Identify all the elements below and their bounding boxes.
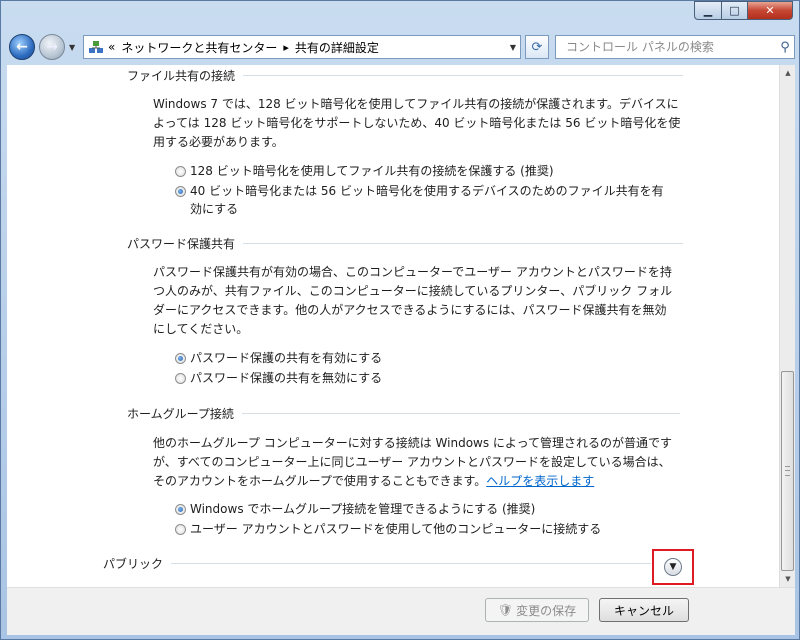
breadcrumb-network-center[interactable]: ネットワークと共有センター bbox=[121, 39, 277, 56]
text-line: パスワード保護共有が有効の場合、このコンピューターでユーザー アカウントとパスワ… bbox=[153, 265, 672, 279]
scrollbar-thumb[interactable] bbox=[781, 371, 794, 571]
scroll-up-arrow[interactable]: ▲ bbox=[780, 65, 796, 81]
forward-button[interactable]: → bbox=[39, 34, 65, 60]
breadcrumb-advanced-sharing[interactable]: 共有の詳細設定 bbox=[295, 39, 379, 56]
save-changes-button[interactable]: 🛡 変更の保存 bbox=[485, 598, 589, 622]
close-button[interactable]: ✕ bbox=[747, 1, 793, 20]
radio-button-selected[interactable] bbox=[175, 186, 186, 197]
section-title: パブリック bbox=[103, 557, 164, 571]
button-label: キャンセル bbox=[613, 603, 674, 618]
text-line: にしてください。 bbox=[153, 322, 249, 336]
vertical-scrollbar[interactable]: ▲ ▼ bbox=[779, 65, 795, 587]
radio-password-on[interactable]: パスワード保護の共有を有効にする bbox=[175, 349, 382, 367]
search-icon[interactable]: ⚲ bbox=[776, 40, 794, 55]
radio-40-56bit-encryption[interactable]: 40 ビット暗号化または 56 ビット暗号化を使用するデバイスのためのファイル共… bbox=[175, 182, 664, 218]
radio-button[interactable] bbox=[175, 166, 186, 177]
password-description: パスワード保護共有が有効の場合、このコンピューターでユーザー アカウントとパスワ… bbox=[153, 263, 672, 339]
text-line: が、すべてのコンピューター上に同じユーザー アカウントとパスワードを設定している… bbox=[153, 455, 671, 469]
caption-buttons: ▁ □ ✕ bbox=[694, 1, 793, 20]
radio-password-off[interactable]: パスワード保護の共有を無効にする bbox=[175, 369, 382, 387]
maximize-button[interactable]: □ bbox=[721, 1, 747, 20]
dialog-footer: 🛡 変更の保存 キャンセル bbox=[7, 587, 795, 635]
refresh-button[interactable]: ⟳ bbox=[525, 35, 549, 59]
search-input[interactable] bbox=[564, 39, 776, 55]
arrow-left-icon: ← bbox=[16, 39, 28, 55]
section-public-header[interactable]: パブリック bbox=[103, 555, 652, 572]
text-line: 用する必要があります。 bbox=[153, 135, 284, 149]
section-password-header: パスワード保護共有 bbox=[127, 235, 684, 252]
network-icon bbox=[89, 41, 103, 53]
text-line: ダーにアクセスできます。他の人がアクセスできるようにするには、パスワード保護共有… bbox=[153, 303, 667, 317]
uac-shield-icon: 🛡 bbox=[497, 603, 514, 617]
radio-128bit-encryption[interactable]: 128 ビット暗号化を使用してファイル共有の接続を保護する (推奨) bbox=[175, 162, 554, 180]
back-button[interactable]: ← bbox=[9, 34, 35, 60]
scroll-down-arrow[interactable]: ▼ bbox=[780, 571, 796, 587]
recent-pages-dropdown[interactable]: ▼ bbox=[69, 43, 75, 52]
refresh-icon: ⟳ bbox=[531, 39, 543, 55]
divider bbox=[171, 563, 652, 564]
text-line: 効にする bbox=[190, 202, 239, 216]
section-title: ホームグループ接続 bbox=[127, 407, 234, 421]
radio-label: 40 ビット暗号化または 56 ビット暗号化を使用するデバイスのためのファイル共… bbox=[190, 182, 664, 218]
radio-label: パスワード保護の共有を無効にする bbox=[190, 371, 383, 385]
homegroup-description: 他のホームグループ コンピューターに対する接続は Windows によって管理さ… bbox=[153, 434, 672, 491]
control-panel-window: ▁ □ ✕ ← → ▼ « ネットワークと共有センター ▸ 共有の詳細設定 ▼ bbox=[0, 0, 800, 640]
grip-icon bbox=[785, 466, 790, 476]
radio-label: 128 ビット暗号化を使用してファイル共有の接続を保護する (推奨) bbox=[190, 164, 554, 178]
navigation-bar: ← → ▼ « ネットワークと共有センター ▸ 共有の詳細設定 ▼ ⟳ ⚲ bbox=[7, 31, 795, 63]
breadcrumb-separator[interactable]: ▸ bbox=[283, 41, 289, 54]
address-dropdown[interactable]: ▼ bbox=[510, 43, 516, 52]
section-file-sharing-header: ファイル共有の接続 bbox=[127, 67, 684, 84]
radio-label: Windows でホームグループ接続を管理できるようにする (推奨) bbox=[190, 502, 536, 516]
radio-label: ユーザー アカウントとパスワードを使用して他のコンピューターに接続する bbox=[190, 522, 602, 536]
button-label: 変更の保存 bbox=[516, 603, 577, 618]
radio-windows-manage-homegroup[interactable]: Windows でホームグループ接続を管理できるようにする (推奨) bbox=[175, 500, 535, 518]
arrow-right-icon: → bbox=[46, 39, 58, 55]
radio-user-accounts-connect[interactable]: ユーザー アカウントとパスワードを使用して他のコンピューターに接続する bbox=[175, 520, 601, 538]
text-line: そのアカウントをホームグループで使用することもできます。ヘルプを表示します bbox=[153, 472, 672, 491]
text-line: 40 ビット暗号化または 56 ビット暗号化を使用するデバイスのためのファイル共… bbox=[190, 184, 664, 198]
expand-public-button[interactable]: ▼ bbox=[664, 558, 682, 576]
text-line: よっては 128 ビット暗号化をサポートしないため、40 ビット暗号化または 5… bbox=[153, 116, 681, 130]
text-line: Windows 7 では、128 ビット暗号化を使用してファイル共有の接続が保護… bbox=[153, 97, 679, 111]
address-bar[interactable]: « ネットワークと共有センター ▸ 共有の詳細設定 ▼ bbox=[83, 35, 521, 59]
text-line-part: そのアカウントをホームグループで使用することもできます。 bbox=[153, 474, 487, 488]
text-line: つ人のみが、共有ファイル、このコンピューターに接続しているプリンター、パブリック… bbox=[153, 284, 673, 298]
minimize-button[interactable]: ▁ bbox=[694, 1, 721, 20]
settings-content: ファイル共有の接続 Windows 7 では、128 ビット暗号化を使用してファ… bbox=[7, 65, 779, 587]
divider bbox=[241, 413, 680, 414]
chevron-down-icon: ▼ bbox=[669, 562, 677, 572]
cancel-button[interactable]: キャンセル bbox=[599, 598, 689, 622]
radio-button[interactable] bbox=[175, 373, 186, 384]
file-sharing-description: Windows 7 では、128 ビット暗号化を使用してファイル共有の接続が保護… bbox=[153, 95, 680, 152]
divider bbox=[243, 75, 684, 76]
search-box[interactable]: ⚲ bbox=[555, 35, 795, 59]
radio-label: パスワード保護の共有を有効にする bbox=[190, 351, 383, 365]
highlight-box: ▼ bbox=[652, 549, 694, 585]
section-title: パスワード保護共有 bbox=[127, 237, 236, 251]
section-homegroup-header: ホームグループ接続 bbox=[127, 405, 680, 422]
divider bbox=[243, 243, 684, 244]
help-link[interactable]: ヘルプを表示します bbox=[486, 474, 594, 488]
radio-button[interactable] bbox=[175, 524, 186, 535]
radio-button-selected[interactable] bbox=[175, 504, 186, 515]
text-line: 他のホームグループ コンピューターに対する接続は Windows によって管理さ… bbox=[153, 436, 672, 450]
radio-button-selected[interactable] bbox=[175, 353, 186, 364]
breadcrumb-overflow[interactable]: « bbox=[108, 40, 115, 54]
section-title: ファイル共有の接続 bbox=[127, 69, 236, 83]
